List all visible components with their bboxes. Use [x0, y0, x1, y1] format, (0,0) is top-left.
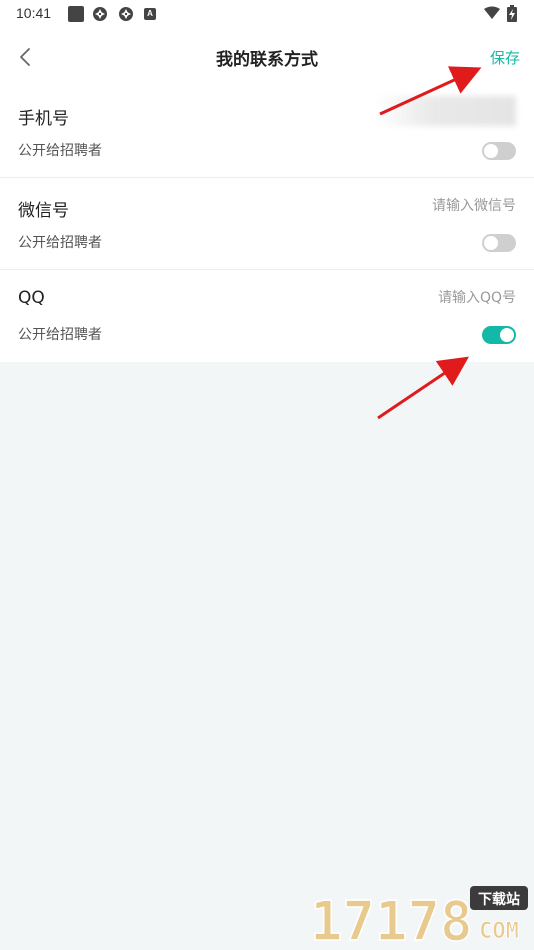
watermark-domain: COM: [479, 919, 519, 944]
watermark-badge: 下载站: [478, 891, 520, 908]
watermark-logo: 17178 下载站 COM: [306, 884, 530, 950]
arrow-to-save-button: [379, 66, 482, 116]
watermark-number: 17178: [310, 890, 473, 946]
arrow-to-qq-toggle: [377, 356, 469, 420]
annotation-arrows: [377, 66, 482, 420]
watermark-graphic: 17178 下载站 COM: [309, 886, 528, 950]
